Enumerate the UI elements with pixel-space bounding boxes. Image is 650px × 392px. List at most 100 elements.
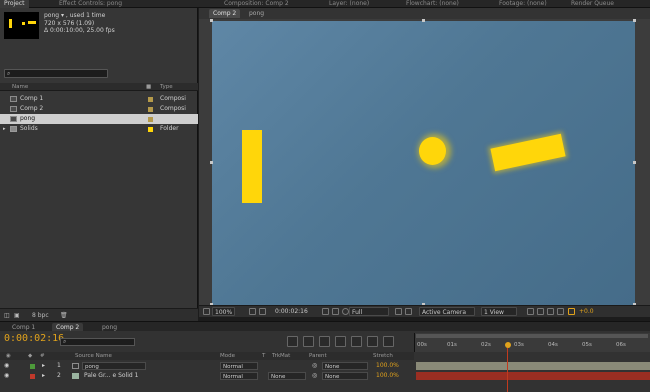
ball[interactable] — [419, 137, 446, 165]
hide-shy-icon[interactable] — [335, 336, 346, 347]
layer-trkmat-select[interactable]: None — [268, 372, 306, 380]
comp-tab[interactable]: Comp 2 — [209, 9, 241, 18]
label-col-icon[interactable]: ■ — [146, 83, 151, 91]
always-preview-icon[interactable] — [203, 308, 210, 315]
table-row[interactable]: ◉ ▸ 2 Pale Gr... e Solid 1 Normal None ◎… — [0, 371, 414, 381]
viewer-toolbar: 100% 0:00:02:16 Full Active Camera 1 Vie… — [199, 305, 650, 317]
layer-column-header: ◉ ◆ # Source Name Mode T TrkMat Parent S… — [0, 352, 414, 360]
tab-footage[interactable]: Footage: (none) — [495, 0, 551, 8]
color-channel-icon[interactable] — [342, 308, 349, 315]
col-parent[interactable]: Parent — [309, 352, 327, 360]
layer-parent-select[interactable]: None — [322, 372, 368, 380]
list-item-selected[interactable]: pong — [0, 114, 198, 124]
label-col-icon[interactable]: ◆ — [28, 352, 32, 360]
snapshot-icon[interactable] — [322, 308, 329, 315]
layer-name[interactable]: Pale Gr... e Solid 1 — [84, 371, 138, 381]
left-paddle[interactable] — [242, 130, 262, 203]
zoom-select[interactable]: 100% — [212, 307, 236, 316]
current-time-display[interactable]: 0:00:02:16 — [4, 333, 64, 344]
layer-number-col[interactable]: # — [40, 352, 45, 360]
composition-icon — [10, 96, 17, 102]
viewer-timecode[interactable]: 0:00:02:16 — [273, 307, 310, 316]
exposure-reset-icon[interactable] — [568, 308, 575, 315]
visibility-eye-icon[interactable]: ◉ — [4, 371, 9, 381]
expand-arrow-icon[interactable]: ▸ — [3, 124, 6, 134]
layer-expand-icon[interactable]: ▸ — [42, 361, 45, 371]
layer-duration-bar[interactable] — [416, 362, 650, 370]
right-paddle[interactable] — [490, 133, 566, 172]
safe-zones-icon[interactable] — [249, 308, 256, 315]
project-search-input[interactable]: ⌕ — [4, 69, 108, 78]
work-area-bar[interactable] — [416, 334, 648, 338]
list-item[interactable]: ▸ Solids Folder — [0, 124, 198, 134]
layer-stretch[interactable]: 100.0% — [376, 361, 399, 371]
table-row[interactable]: ◉ ▸ 1 pong Normal ◎ None 100.0% — [0, 361, 414, 371]
graph-editor-icon[interactable] — [383, 336, 394, 347]
show-snapshot-icon[interactable] — [332, 308, 339, 315]
project-panel: pong ▾ , used 1 time 720 x 576 (1.09) Δ … — [0, 8, 198, 321]
frame-blending-icon[interactable] — [351, 336, 362, 347]
motion-blur-icon[interactable] — [367, 336, 378, 347]
ruler-tick: 01s — [447, 342, 457, 348]
layer-duration-bar[interactable] — [416, 372, 650, 380]
layer-parent-select[interactable]: None — [322, 362, 368, 370]
grid-icon[interactable] — [259, 308, 266, 315]
visibility-eye-icon[interactable]: ◉ — [4, 361, 9, 371]
region-of-interest-icon[interactable] — [395, 308, 402, 315]
pickwhip-icon[interactable]: ◎ — [312, 371, 317, 381]
live-update-icon[interactable] — [303, 336, 314, 347]
comp-tab-row: Comp 2 pong — [199, 8, 650, 19]
col-type-header[interactable]: Type — [160, 83, 173, 91]
label-swatch[interactable] — [148, 97, 153, 102]
col-trkmat[interactable]: TrkMat — [272, 352, 290, 360]
time-ruler[interactable]: 00s 01s 02s 03s 04s 05s 06s — [414, 333, 650, 352]
resolution-select[interactable]: Full — [349, 307, 389, 316]
timeline-tab-bar: Comp 1 Comp 2 pong — [0, 321, 650, 332]
layer-label-swatch[interactable] — [30, 364, 35, 369]
comp-mini-flowchart-icon[interactable] — [287, 336, 298, 347]
tab-project[interactable]: Project — [0, 0, 29, 8]
layer-label-swatch[interactable] — [30, 374, 35, 379]
view-layout-select[interactable]: 1 View — [481, 307, 517, 316]
tab-composition[interactable]: Composition: Comp 2 — [220, 0, 293, 8]
timeline-search-input[interactable]: ⌕ — [60, 338, 135, 346]
comp-breadcrumb[interactable]: pong — [245, 9, 268, 18]
composition-canvas[interactable] — [210, 19, 636, 306]
col-t[interactable]: T — [262, 352, 265, 360]
toggle-pixel-aspect-icon[interactable] — [527, 308, 534, 315]
list-item[interactable]: Comp 1 Composi — [0, 94, 198, 104]
current-time-indicator[interactable] — [505, 342, 511, 348]
flowchart-icon[interactable] — [557, 308, 564, 315]
transparency-grid-icon[interactable] — [405, 308, 412, 315]
layer-stretch[interactable]: 100.0% — [376, 371, 399, 381]
list-item[interactable]: Comp 2 Composi — [0, 104, 198, 114]
tab-render-queue[interactable]: Render Queue — [567, 0, 618, 8]
layer-expand-icon[interactable]: ▸ — [42, 371, 45, 381]
col-mode[interactable]: Mode — [220, 352, 235, 360]
col-stretch[interactable]: Stretch — [373, 352, 393, 360]
label-swatch[interactable] — [148, 117, 153, 122]
layer-mode-select[interactable]: Normal — [220, 362, 258, 370]
pickwhip-icon[interactable]: ◎ — [312, 361, 317, 371]
exposure-value[interactable]: +0.0 — [579, 306, 594, 317]
col-name-header[interactable]: Name — [12, 83, 28, 91]
item-name-usage[interactable]: pong ▾ , used 1 time — [44, 12, 105, 19]
composition-panel: Comp 2 pong — [199, 8, 650, 313]
timeline-icon[interactable] — [547, 308, 554, 315]
col-source-name[interactable]: Source Name — [75, 352, 112, 360]
fast-preview-icon[interactable] — [537, 308, 544, 315]
composition-icon — [72, 363, 79, 369]
av-features-icon[interactable]: ◉ — [6, 352, 11, 360]
draft-3d-icon[interactable] — [319, 336, 330, 347]
layer-mode-select[interactable]: Normal — [220, 372, 258, 380]
layer-name[interactable]: pong — [82, 362, 146, 370]
project-footer: ◫ ▣ 8 bpc 🗑 — [0, 308, 198, 321]
label-swatch[interactable] — [148, 127, 153, 132]
label-swatch[interactable] — [148, 107, 153, 112]
folder-icon — [10, 126, 17, 132]
tab-layer[interactable]: Layer: (none) — [325, 0, 373, 8]
tab-flowchart[interactable]: Flowchart: (none) — [402, 0, 463, 8]
layer-number: 2 — [57, 372, 61, 379]
camera-select[interactable]: Active Camera — [419, 307, 475, 316]
tab-effect-controls[interactable]: Effect Controls: pong — [55, 0, 126, 8]
